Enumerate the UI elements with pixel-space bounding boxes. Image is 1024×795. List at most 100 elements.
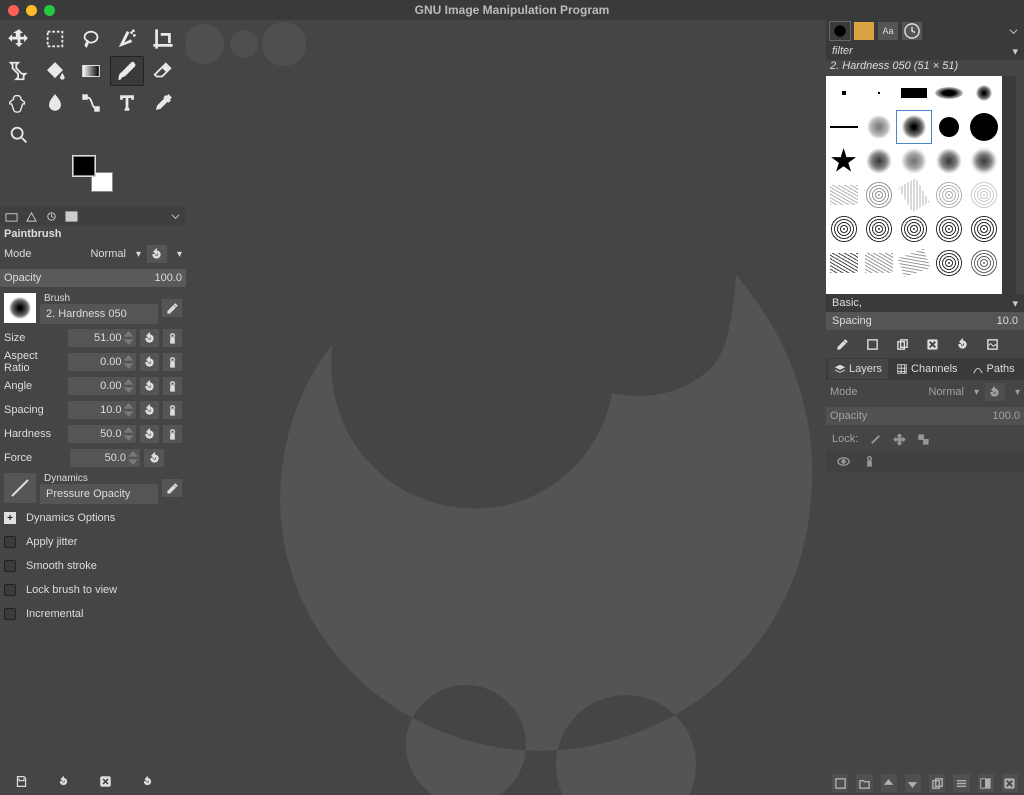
new-group-button[interactable] [856,774,872,792]
dynamics-preview[interactable] [4,473,36,503]
zoom-tool[interactable] [2,120,36,150]
foreground-color-swatch[interactable] [73,156,95,176]
clone-tool[interactable] [2,88,36,118]
paths-tool[interactable] [74,88,108,118]
brush-item[interactable] [896,246,931,280]
undo-history-tab-icon[interactable] [44,209,58,223]
brush-item[interactable] [826,212,861,246]
brush-item[interactable] [896,212,931,246]
brush-item[interactable] [932,178,967,212]
smooth-stroke-label[interactable]: Smooth stroke [26,560,97,572]
smudge-tool[interactable] [38,88,72,118]
brush-item[interactable] [932,76,967,110]
tab-menu-icon[interactable] [1006,24,1020,38]
hardness-input[interactable]: 50.0 [68,425,136,443]
lock-brush-label[interactable]: Lock brush to view [26,584,117,596]
mode-value[interactable]: Normal [90,248,125,260]
brush-item[interactable] [896,144,931,178]
brushes-tab[interactable] [830,22,850,40]
text-tool[interactable] [110,88,144,118]
brush-item[interactable] [967,212,1002,246]
eraser-tool[interactable] [146,56,180,86]
opacity-slider[interactable]: Opacity 100.0 [0,269,186,287]
brush-item[interactable] [861,144,896,178]
brush-item[interactable] [861,212,896,246]
patterns-tab[interactable] [854,22,874,40]
brush-item[interactable] [967,246,1002,280]
eye-icon[interactable] [836,454,850,468]
bucket-fill-tool[interactable] [38,56,72,86]
brush-item[interactable] [826,144,861,178]
reset-mode-button[interactable] [147,245,167,263]
tab-paths[interactable]: Paths [966,359,1021,379]
device-status-tab-icon[interactable] [24,209,38,223]
layer-opacity-slider[interactable]: Opacity 100.0 [826,407,1024,425]
crop-tool[interactable] [146,24,180,54]
brush-item[interactable] [861,110,896,144]
brush-preview[interactable] [4,293,36,323]
chevron-down-icon[interactable]: ▾ [974,387,979,398]
checkbox[interactable] [4,584,16,596]
apply-jitter-label[interactable]: Apply jitter [26,536,77,548]
free-select-tool[interactable] [74,24,108,54]
dynamics-options-label[interactable]: Dynamics Options [26,512,115,524]
rect-select-tool[interactable] [38,24,72,54]
angle-input[interactable]: 0.00 [68,377,136,395]
lower-layer-button[interactable] [905,774,921,792]
brush-item[interactable] [932,144,967,178]
link-spacing-button[interactable] [163,401,182,419]
save-preset-button[interactable] [10,770,32,792]
color-swatches[interactable] [73,156,113,192]
lock-alpha-icon[interactable] [916,432,930,446]
reset-size-button[interactable] [140,329,159,347]
brush-item[interactable] [861,246,896,280]
lock-pixels-icon[interactable] [868,432,882,446]
fuzzy-select-tool[interactable] [110,24,144,54]
tool-options-tab-icon[interactable] [4,209,18,223]
brush-preset-select[interactable]: Basic, [826,294,1024,312]
color-picker-tool[interactable] [146,88,180,118]
move-tool[interactable] [2,24,36,54]
fonts-tab[interactable]: Aa [878,22,898,40]
gradient-tool[interactable] [74,56,108,86]
raise-layer-button[interactable] [881,774,897,792]
size-input[interactable]: 51.00 [68,329,136,347]
brush-item[interactable] [896,110,931,144]
brush-item[interactable] [826,178,861,212]
reset-aspect-button[interactable] [140,353,159,371]
refresh-brushes-button[interactable] [952,334,972,354]
reset-hardness-button[interactable] [140,425,159,443]
brush-filter-input[interactable]: filter [826,42,1024,60]
chevron-down-icon[interactable]: ▾ [1015,387,1020,398]
unified-transform-tool[interactable] [2,56,36,86]
checkbox[interactable] [4,536,16,548]
reset-spacing-button[interactable] [140,401,159,419]
brush-item[interactable] [826,76,861,110]
reset-angle-button[interactable] [140,377,159,395]
delete-layer-button[interactable] [1002,774,1018,792]
brush-item[interactable] [967,144,1002,178]
tab-channels[interactable]: Channels [890,359,963,379]
brush-item[interactable] [932,246,967,280]
link-angle-button[interactable] [163,377,182,395]
brush-item[interactable] [932,212,967,246]
brush-item[interactable] [967,110,1002,144]
link-size-button[interactable] [163,329,182,347]
duplicate-brush-button[interactable] [892,334,912,354]
open-as-image-button[interactable] [982,334,1002,354]
edit-dynamics-button[interactable] [162,479,182,497]
new-layer-button[interactable] [832,774,848,792]
brush-item[interactable] [896,76,931,110]
lock-position-icon[interactable] [892,432,906,446]
mask-layer-button[interactable] [978,774,994,792]
link-aspect-button[interactable] [163,353,182,371]
delete-preset-button[interactable] [94,770,116,792]
brush-spacing-slider[interactable]: Spacing 10.0 [826,312,1024,330]
new-brush-button[interactable] [862,334,882,354]
delete-brush-button[interactable] [922,334,942,354]
layer-list[interactable] [826,472,1024,771]
document-history-tab[interactable] [902,22,922,40]
expand-icon[interactable]: + [4,512,16,524]
chevron-down-icon[interactable]: ▾ [136,249,141,260]
tab-menu-icon[interactable] [168,209,182,223]
